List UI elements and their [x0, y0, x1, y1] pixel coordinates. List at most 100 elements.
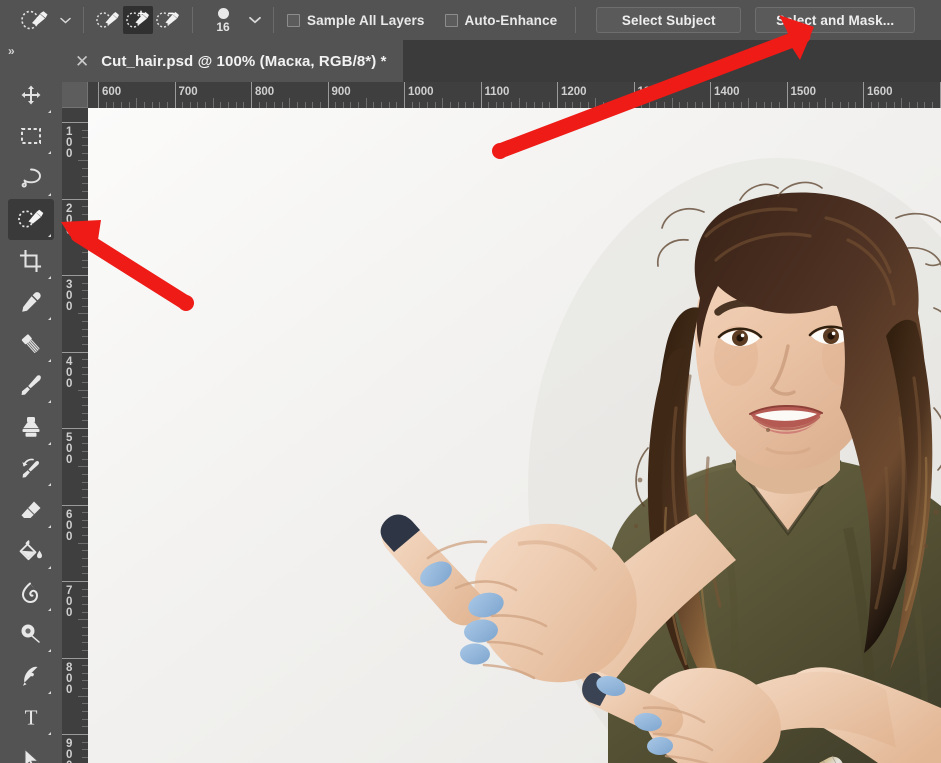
sidebar-item-lasso-tool[interactable]: [8, 157, 54, 199]
brush-icon: [21, 375, 41, 396]
paint-bucket-icon: [19, 540, 42, 561]
ruler-tick-minor: [748, 98, 750, 108]
tool-group-corner: [48, 483, 51, 486]
select-and-mask-button[interactable]: Select and Mask...: [755, 7, 916, 33]
ruler-tick-major: [174, 82, 176, 108]
ruler-label: 1100: [484, 86, 510, 98]
ruler-tick-major: [327, 82, 329, 108]
tool-preset-chevron[interactable]: [56, 7, 74, 33]
tool-group-corner: [48, 732, 51, 735]
horizontal-ruler[interactable]: 600 700 800 900 1000 1100 1200 1300 1400 1500 1600…: [88, 82, 941, 108]
ruler-tick-major: [404, 82, 405, 108]
options-separator-4: [575, 7, 577, 33]
ruler-tick-minor: [671, 98, 673, 108]
tool-group-corner: [48, 566, 51, 569]
sidebar-item-move-tool[interactable]: [8, 74, 54, 116]
ruler-label: 200: [66, 202, 73, 237]
ruler-tick-major: [480, 82, 482, 108]
ruler-tick-minor: [78, 542, 88, 544]
sidebar-item-path-selection-tool[interactable]: [8, 738, 54, 763]
sidebar-item-blur-tool[interactable]: [8, 572, 54, 614]
brush-size-value: 16: [216, 19, 230, 34]
quick-selection-subtract-icon: [156, 12, 179, 28]
quick-selection-icon: [18, 210, 44, 228]
canvas-photo-subject: [88, 108, 941, 763]
sidebar-item-dodge-tool[interactable]: [8, 614, 54, 656]
options-separator-3: [273, 7, 274, 33]
eraser-icon: [21, 501, 41, 518]
ruler-tick-major: [62, 351, 88, 353]
sidebar-item-crop-tool[interactable]: [8, 240, 54, 282]
sidebar-item-pen-tool[interactable]: [8, 655, 54, 697]
ruler-label: 600: [66, 508, 73, 543]
ruler-tick-minor: [518, 98, 520, 108]
sidebar-item-eraser-tool[interactable]: [8, 489, 54, 531]
tool-group-corner: [48, 275, 51, 279]
sidebar-item-spot-healing-brush-tool[interactable]: [8, 323, 54, 365]
sidebar-item-type-tool[interactable]: T: [8, 697, 54, 739]
select-subject-button[interactable]: Select Subject: [596, 7, 742, 33]
ruler-label: 300: [66, 279, 73, 313]
tool-group-corner: [48, 192, 51, 196]
brush-dot-icon: [217, 7, 229, 19]
ruler-label: 700: [66, 585, 73, 619]
checkbox-box: [444, 13, 458, 27]
healing-brush-icon: [21, 334, 40, 353]
sidebar-item-eyedropper-tool[interactable]: [8, 282, 54, 324]
tools-list: T: [0, 62, 62, 763]
ruler-label: 1600: [867, 86, 893, 98]
ruler-tick-major: [62, 428, 88, 429]
brush-size-picker[interactable]: 16: [202, 2, 244, 38]
add-to-selection-button[interactable]: [123, 6, 153, 34]
ruler-corner[interactable]: [62, 82, 88, 108]
sidebar-item-rectangular-marquee-tool[interactable]: [8, 116, 54, 158]
tool-preset-picker[interactable]: [14, 5, 54, 35]
document-tab[interactable]: ✕ Cut_hair.psd @ 100% (Маска, RGB/8*) *: [62, 40, 403, 82]
ruler-label: 1000: [408, 86, 434, 98]
tool-group-corner: [48, 234, 51, 237]
sidebar-item-history-brush-tool[interactable]: [8, 448, 54, 490]
pen-icon: [23, 666, 38, 686]
ruler-label: 700: [178, 86, 198, 98]
ruler-label: 1300: [637, 86, 664, 98]
ruler-tick-minor: [824, 98, 826, 108]
path-arrow-icon: [24, 748, 40, 763]
tool-group-corner: [48, 400, 51, 403]
marquee-icon: [21, 128, 41, 145]
sidebar-item-gradient-tool[interactable]: [8, 531, 54, 573]
ruler-label: 900: [66, 738, 73, 763]
document-tab-bar: ✕ Cut_hair.psd @ 100% (Маска, RGB/8*) *: [62, 40, 941, 82]
new-selection-button[interactable]: [93, 6, 123, 34]
checkbox-box: [287, 13, 300, 27]
chevron-down-icon: [249, 16, 261, 24]
auto-enhance-checkbox[interactable]: Auto-Enhance: [444, 13, 558, 28]
tool-group-corner: [48, 317, 51, 320]
brush-size-chevron[interactable]: [246, 7, 264, 33]
document-canvas[interactable]: [88, 108, 941, 763]
quick-selection-new-icon: [96, 12, 119, 28]
tool-group-corner: [48, 524, 51, 528]
tool-group-corner: [48, 441, 51, 445]
ruler-tick-major: [62, 504, 88, 506]
double-chevron-right-icon: »: [8, 44, 15, 58]
sample-all-layers-checkbox[interactable]: Sample All Layers: [287, 13, 425, 28]
ruler-tick-minor: [78, 236, 88, 238]
vertical-ruler[interactable]: 100 200 300 400 500 600 700 800 900: [62, 108, 88, 763]
sidebar-item-brush-tool[interactable]: [8, 365, 54, 407]
tool-group-corner: [48, 690, 51, 694]
ruler-tick-minor: [212, 98, 214, 108]
sidebar-item-quick-selection-tool[interactable]: [8, 198, 54, 240]
smudge-icon: [21, 582, 39, 603]
close-icon[interactable]: ✕: [75, 53, 89, 70]
ruler-tick-major: [62, 198, 88, 200]
quick-selection-tool-preset-icon: [21, 10, 48, 30]
tools-panel-expand[interactable]: »: [0, 40, 62, 62]
eyedropper-icon: [22, 292, 41, 313]
subtract-from-selection-button[interactable]: [153, 6, 183, 34]
tool-group-corner: [48, 109, 51, 113]
ruler-label: 800: [66, 661, 73, 696]
ruler-tick-major: [251, 82, 252, 108]
ruler-label: 800: [255, 86, 275, 98]
ruler-label: 400: [66, 355, 73, 390]
sidebar-item-clone-stamp-tool[interactable]: [8, 406, 54, 448]
